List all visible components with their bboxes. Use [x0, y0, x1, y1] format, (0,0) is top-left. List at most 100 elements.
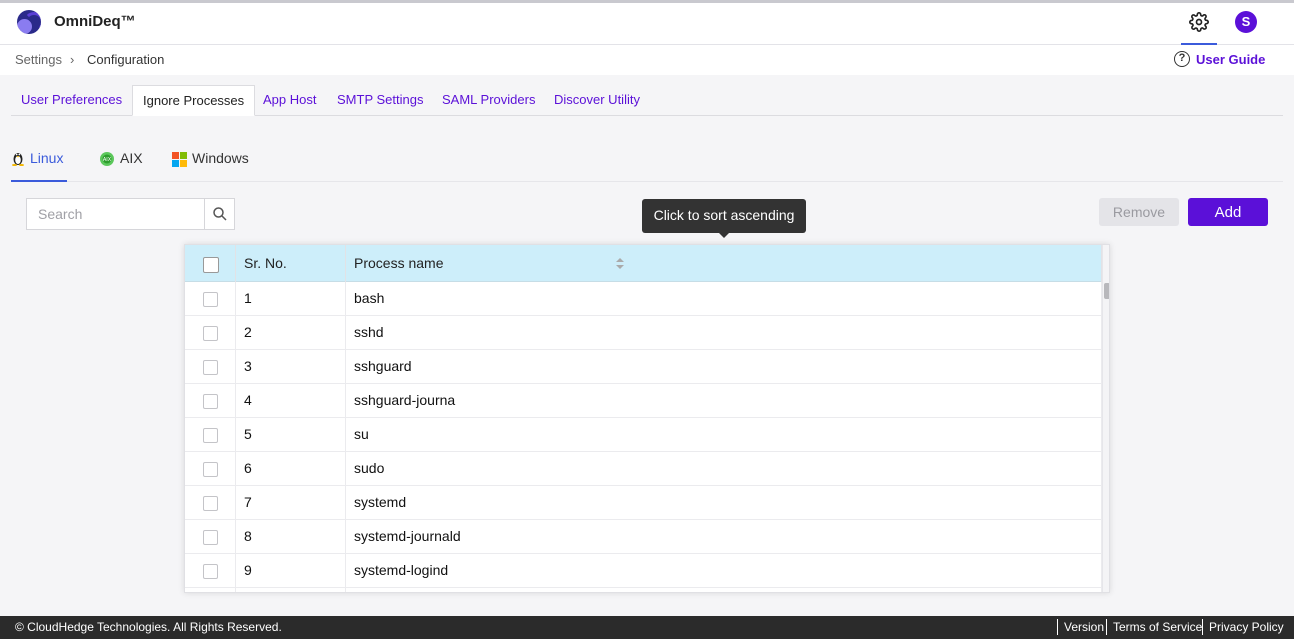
- row-process-name: su: [346, 418, 1102, 452]
- breadcrumb-settings[interactable]: Settings: [15, 52, 62, 67]
- footer-divider: [1202, 619, 1203, 635]
- privacy-link[interactable]: Privacy Policy: [1209, 620, 1284, 634]
- row-checkbox-cell: [185, 316, 236, 350]
- search-box: [26, 198, 235, 230]
- process-table: Sr. No. Process name 1 bash 2 sshd 3 ssh…: [184, 244, 1110, 593]
- table-row[interactable]: 8 systemd-journald: [185, 520, 1102, 554]
- footer-divider: [1106, 619, 1107, 635]
- linux-icon: [12, 153, 24, 166]
- tab-ignore-processes[interactable]: Ignore Processes: [132, 85, 256, 116]
- windows-icon: [172, 152, 187, 167]
- select-all-checkbox[interactable]: [203, 257, 219, 273]
- gear-icon: [1189, 12, 1209, 32]
- user-guide-label: User Guide: [1196, 51, 1266, 67]
- row-checkbox[interactable]: [203, 292, 218, 307]
- row-process-name: sudo: [346, 452, 1102, 486]
- row-checkbox[interactable]: [203, 360, 218, 375]
- row-process-name: systemd: [346, 486, 1102, 520]
- copyright-text: © CloudHedge Technologies. All Rights Re…: [15, 620, 282, 634]
- app-title: OmniDeq™: [54, 13, 136, 30]
- row-process-name: systemd-logind: [346, 554, 1102, 588]
- row-sr-no: 9: [236, 554, 346, 588]
- row-checkbox-cell: [185, 554, 236, 588]
- row-sr-no: 4: [236, 384, 346, 418]
- search-icon: [213, 207, 227, 221]
- version-link[interactable]: Version: [1064, 620, 1104, 634]
- row-checkbox[interactable]: [203, 496, 218, 511]
- row-checkbox[interactable]: [203, 462, 218, 477]
- row-checkbox[interactable]: [203, 428, 218, 443]
- remove-button[interactable]: Remove: [1099, 198, 1179, 226]
- search-input[interactable]: [27, 199, 203, 229]
- terms-link[interactable]: Terms of Service: [1113, 620, 1202, 634]
- header-checkbox-cell: [185, 245, 236, 282]
- row-checkbox-cell: [185, 384, 236, 418]
- row-checkbox-cell: [185, 588, 236, 592]
- row-sr-no: 2: [236, 316, 346, 350]
- os-tab-aix-label: AIX: [120, 150, 143, 166]
- table-scrollbar[interactable]: [1102, 245, 1109, 592]
- sort-icon[interactable]: [616, 258, 624, 270]
- table-row[interactable]: 3 sshguard: [185, 350, 1102, 384]
- header-process-name-label: Process name: [354, 255, 444, 271]
- row-sr-no: 1: [236, 282, 346, 316]
- row-process-name: sshd: [346, 316, 1102, 350]
- os-tab-aix[interactable]: AIX AIX: [99, 140, 143, 182]
- row-sr-no-empty: [236, 588, 346, 592]
- table-row-partial: [185, 588, 1102, 592]
- sort-tooltip: Click to sort ascending: [642, 199, 806, 238]
- row-checkbox-cell: [185, 350, 236, 384]
- header-sr-no[interactable]: Sr. No.: [236, 245, 346, 282]
- aix-icon: AIX: [100, 152, 114, 166]
- search-button[interactable]: [204, 199, 234, 229]
- row-process-name: sshguard-journa: [346, 384, 1102, 418]
- table-row[interactable]: 2 sshd: [185, 316, 1102, 350]
- os-tabs: Linux AIX AIX Windows: [11, 140, 1283, 182]
- row-process-name: bash: [346, 282, 1102, 316]
- table-row[interactable]: 6 sudo: [185, 452, 1102, 486]
- scrollbar-thumb[interactable]: [1104, 283, 1109, 299]
- row-checkbox[interactable]: [203, 564, 218, 579]
- row-sr-no: 8: [236, 520, 346, 554]
- row-sr-no: 7: [236, 486, 346, 520]
- user-avatar[interactable]: S: [1235, 11, 1257, 33]
- os-tab-linux[interactable]: Linux: [11, 140, 67, 182]
- row-checkbox-cell: [185, 520, 236, 554]
- omnideq-logo: [17, 10, 41, 34]
- footer-divider: [1057, 619, 1058, 635]
- add-button[interactable]: Add: [1188, 198, 1268, 226]
- row-process-name-empty: [346, 588, 1102, 592]
- footer: © CloudHedge Technologies. All Rights Re…: [0, 616, 1294, 639]
- tab-user-preferences[interactable]: User Preferences: [11, 85, 132, 116]
- tab-smtp-settings[interactable]: SMTP Settings: [327, 85, 433, 116]
- row-checkbox[interactable]: [203, 530, 218, 545]
- table-row[interactable]: 4 sshguard-journa: [185, 384, 1102, 418]
- table-row[interactable]: 5 su: [185, 418, 1102, 452]
- row-process-name: systemd-journald: [346, 520, 1102, 554]
- row-checkbox-cell: [185, 452, 236, 486]
- row-checkbox-cell: [185, 486, 236, 520]
- breadcrumb-configuration: Configuration: [87, 52, 165, 67]
- table-row[interactable]: 9 systemd-logind: [185, 554, 1102, 588]
- table-header: Sr. No. Process name: [185, 245, 1102, 282]
- tab-discover-utility[interactable]: Discover Utility: [544, 85, 650, 116]
- user-guide-link[interactable]: ? User Guide: [1174, 51, 1265, 67]
- row-process-name: sshguard: [346, 350, 1102, 384]
- svg-text:AIX: AIX: [103, 157, 112, 163]
- row-checkbox[interactable]: [203, 326, 218, 341]
- row-checkbox[interactable]: [203, 394, 218, 409]
- row-sr-no: 6: [236, 452, 346, 486]
- tab-app-host[interactable]: App Host: [253, 85, 326, 116]
- settings-button[interactable]: [1181, 3, 1217, 45]
- top-bar: OmniDeq™ S: [0, 0, 1294, 45]
- header-process-name[interactable]: Process name: [346, 245, 1102, 282]
- help-circle-icon: ?: [1174, 51, 1190, 67]
- row-checkbox-cell: [185, 282, 236, 316]
- tab-saml-providers[interactable]: SAML Providers: [432, 85, 545, 116]
- config-tabs: User Preferences Ignore Processes App Ho…: [11, 85, 1283, 116]
- os-tab-windows[interactable]: Windows: [172, 140, 249, 182]
- table-row[interactable]: 1 bash: [185, 282, 1102, 316]
- breadcrumb: Settings › Configuration ? User Guide: [0, 45, 1294, 75]
- os-tab-linux-label: Linux: [30, 150, 64, 166]
- table-row[interactable]: 7 systemd: [185, 486, 1102, 520]
